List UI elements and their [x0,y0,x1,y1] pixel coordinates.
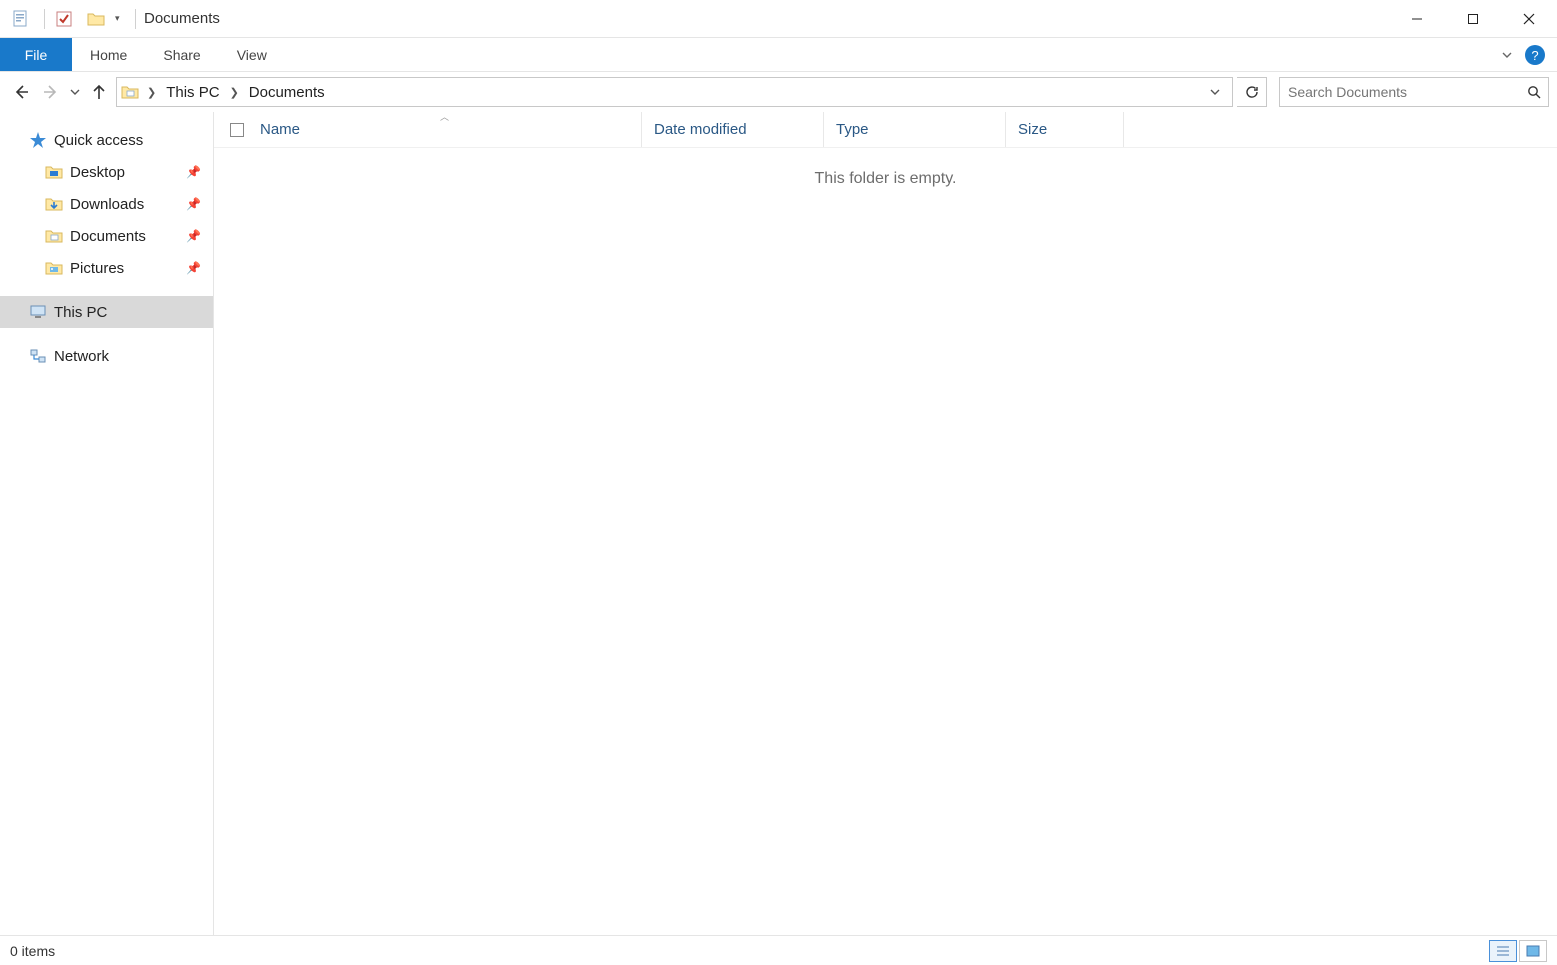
column-headers: Name ︿ Date modified Type Size [214,112,1557,148]
titlebar: ▾ Documents [0,0,1557,38]
sidebar-label: Quick access [54,132,143,149]
sort-ascending-icon: ︿ [440,110,449,123]
pin-icon: 📌 [186,165,201,179]
refresh-button[interactable] [1237,77,1267,107]
column-label: Name [260,121,300,138]
documents-library-icon [10,8,32,30]
pin-icon: 📌 [186,229,201,243]
empty-folder-message: This folder is empty. [214,148,1557,935]
column-name[interactable]: Name ︿ [248,112,642,147]
sidebar-item-label: Downloads [70,196,144,213]
documents-folder-icon [44,226,64,246]
back-button[interactable] [8,78,34,106]
arrow-right-icon [42,83,60,101]
folder-icon[interactable] [85,8,107,30]
body: Quick access Desktop 📌 Downloads 📌 Docum… [0,112,1557,935]
pin-icon: 📌 [186,261,201,275]
refresh-icon [1245,85,1259,99]
sidebar-this-pc[interactable]: This PC [0,296,213,328]
recent-locations-button[interactable] [68,78,82,106]
pin-icon: 📌 [186,197,201,211]
search-input[interactable] [1280,79,1520,105]
separator [44,9,45,29]
sidebar-label: This PC [54,304,107,321]
content-pane: Name ︿ Date modified Type Size This fold… [214,112,1557,935]
sidebar-item-pictures[interactable]: Pictures 📌 [0,252,213,284]
chevron-right-icon[interactable]: ❯ [226,86,243,99]
desktop-folder-icon [44,162,64,182]
qat-dropdown-icon[interactable]: ▾ [115,13,125,24]
minimize-icon [1411,13,1423,25]
ribbon-collapse-button[interactable] [1495,38,1519,71]
sidebar-label: Network [54,348,109,365]
chevron-down-icon [1501,49,1513,61]
chevron-down-icon [1210,87,1220,97]
sidebar-network[interactable]: Network [0,340,213,372]
status-bar: 0 items [0,935,1557,965]
chevron-right-icon[interactable]: ❯ [143,86,160,99]
file-tab[interactable]: File [0,38,72,71]
sidebar-quick-access[interactable]: Quick access [0,124,213,156]
window-title: Documents [144,10,220,27]
navigation-toolbar: ❯ This PC ❯ Documents [0,72,1557,112]
breadcrumb-this-pc[interactable]: This PC [160,84,225,101]
breadcrumb-documents[interactable]: Documents [243,84,331,101]
thumbnails-view-icon [1526,945,1540,957]
sidebar-item-label: Desktop [70,164,125,181]
documents-folder-icon [117,84,143,100]
pictures-folder-icon [44,258,64,278]
address-bar[interactable]: ❯ This PC ❯ Documents [116,77,1233,107]
checkbox-icon [230,123,244,137]
sidebar-item-desktop[interactable]: Desktop 📌 [0,156,213,188]
close-button[interactable] [1501,0,1557,38]
properties-check-icon[interactable] [53,8,75,30]
sidebar-item-label: Pictures [70,260,124,277]
details-view-button[interactable] [1489,940,1517,962]
tab-view[interactable]: View [219,38,285,71]
select-all-checkbox[interactable] [214,112,248,147]
separator [135,9,136,29]
navigation-pane: Quick access Desktop 📌 Downloads 📌 Docum… [0,112,214,935]
address-dropdown[interactable] [1210,87,1232,97]
up-button[interactable] [86,78,112,106]
column-label: Size [1018,121,1047,138]
search-icon[interactable] [1520,85,1548,99]
arrow-left-icon [12,83,30,101]
close-icon [1523,13,1535,25]
arrow-up-icon [90,83,108,101]
star-icon [28,130,48,150]
item-count: 0 items [10,943,55,959]
details-view-icon [1496,945,1510,957]
downloads-folder-icon [44,194,64,214]
network-icon [28,346,48,366]
maximize-icon [1467,13,1479,25]
forward-button[interactable] [38,78,64,106]
ribbon: File Home Share View ? [0,38,1557,72]
chevron-down-icon [70,87,80,97]
help-button[interactable]: ? [1525,45,1545,65]
large-icons-view-button[interactable] [1519,940,1547,962]
column-label: Date modified [654,121,747,138]
tab-share[interactable]: Share [145,38,218,71]
column-label: Type [836,121,869,138]
sidebar-item-documents[interactable]: Documents 📌 [0,220,213,252]
column-date-modified[interactable]: Date modified [642,112,824,147]
maximize-button[interactable] [1445,0,1501,38]
sidebar-item-downloads[interactable]: Downloads 📌 [0,188,213,220]
minimize-button[interactable] [1389,0,1445,38]
computer-icon [28,302,48,322]
tab-home[interactable]: Home [72,38,145,71]
column-size[interactable]: Size [1006,112,1124,147]
sidebar-item-label: Documents [70,228,146,245]
search-box[interactable] [1279,77,1549,107]
column-type[interactable]: Type [824,112,1006,147]
